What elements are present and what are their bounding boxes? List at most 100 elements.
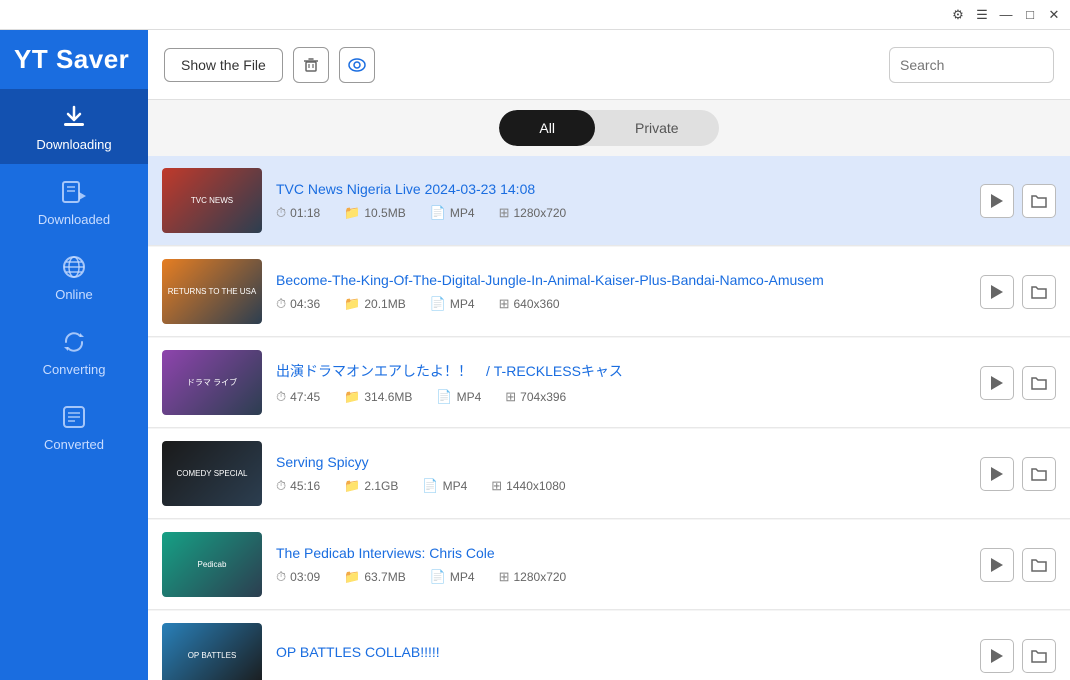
resolution-2: ⊞ 640x360 xyxy=(499,296,560,312)
sidebar-item-online[interactable]: Online xyxy=(0,239,148,314)
file-icon: 📁 xyxy=(344,569,360,585)
sidebar-item-converted[interactable]: Converted xyxy=(0,389,148,464)
play-button-5[interactable] xyxy=(980,548,1014,582)
sidebar: YT Saver Downloading Downloaded xyxy=(0,30,148,680)
converted-icon xyxy=(58,401,90,433)
eye-button[interactable] xyxy=(339,47,375,83)
file-thumb-3: ドラマ ライブ xyxy=(162,350,262,415)
thumb-label-4: COMEDY SPECIAL xyxy=(173,465,252,482)
file-info-2: Become-The-King-Of-The-Digital-Jungle-In… xyxy=(276,272,966,312)
file-info-5: The Pedicab Interviews: Chris Cole ⏱ 03:… xyxy=(276,545,966,585)
resolution-4: ⊞ 1440x1080 xyxy=(491,478,565,494)
size-5: 📁 63.7MB xyxy=(344,569,406,585)
downloaded-label: Downloaded xyxy=(38,212,110,227)
clock-icon: ⏱ xyxy=(276,478,286,494)
file-actions-4 xyxy=(980,457,1056,491)
file-info-1: TVC News Nigeria Live 2024-03-23 14:08 ⏱… xyxy=(276,181,966,221)
file-row-1[interactable]: TVC NEWS TVC News Nigeria Live 2024-03-2… xyxy=(148,156,1070,246)
gear-button[interactable]: ⚙ xyxy=(946,3,970,27)
file-thumb-4: COMEDY SPECIAL xyxy=(162,441,262,506)
thumb-label-2: RETURNS TO THE USA xyxy=(164,283,260,300)
clock-icon: ⏱ xyxy=(276,389,286,405)
converting-icon xyxy=(58,326,90,358)
res-icon: ⊞ xyxy=(499,205,510,221)
duration-1: ⏱ 01:18 xyxy=(276,205,320,221)
minimize-button[interactable]: — xyxy=(994,3,1018,27)
file-thumb-6: OP BATTLES xyxy=(162,623,262,680)
file-title-2: Become-The-King-Of-The-Digital-Jungle-In… xyxy=(276,272,876,288)
play-button-4[interactable] xyxy=(980,457,1014,491)
app-title: YT Saver xyxy=(0,30,148,89)
play-button-2[interactable] xyxy=(980,275,1014,309)
search-input[interactable] xyxy=(889,47,1054,83)
clock-icon: ⏱ xyxy=(276,296,286,312)
file-row-6[interactable]: OP BATTLES OP BATTLES COLLAB!!!!! xyxy=(148,611,1070,680)
sidebar-item-downloaded[interactable]: Downloaded xyxy=(0,164,148,239)
format-5: 📄 MP4 xyxy=(430,569,475,585)
size-2: 📁 20.1MB xyxy=(344,296,406,312)
file-row-2[interactable]: RETURNS TO THE USA Become-The-King-Of-Th… xyxy=(148,247,1070,337)
res-icon: ⊞ xyxy=(499,296,510,312)
file-row-4[interactable]: COMEDY SPECIAL Serving Spicyy ⏱ 45:16 📁 … xyxy=(148,429,1070,519)
thumb-label-5: Pedicab xyxy=(194,556,231,573)
file-thumb-1: TVC NEWS xyxy=(162,168,262,233)
file-title-5: The Pedicab Interviews: Chris Cole xyxy=(276,545,876,561)
file-row-5[interactable]: Pedicab The Pedicab Interviews: Chris Co… xyxy=(148,520,1070,610)
online-label: Online xyxy=(55,287,93,302)
folder-button-2[interactable] xyxy=(1022,275,1056,309)
sidebar-item-converting[interactable]: Converting xyxy=(0,314,148,389)
tab-all[interactable]: All xyxy=(499,110,595,146)
folder-button-4[interactable] xyxy=(1022,457,1056,491)
file-thumb-2: RETURNS TO THE USA xyxy=(162,259,262,324)
file-icon: 📁 xyxy=(344,205,360,221)
toolbar: Show the File xyxy=(148,30,1070,100)
show-file-button[interactable]: Show the File xyxy=(164,48,283,82)
downloading-label: Downloading xyxy=(36,137,111,152)
menu-button[interactable]: ☰ xyxy=(970,3,994,27)
folder-button-1[interactable] xyxy=(1022,184,1056,218)
thumb-label-6: OP BATTLES xyxy=(184,647,241,664)
delete-button[interactable] xyxy=(293,47,329,83)
converting-label: Converting xyxy=(43,362,106,377)
clock-icon: ⏱ xyxy=(276,569,286,585)
duration-5: ⏱ 03:09 xyxy=(276,569,320,585)
folder-button-6[interactable] xyxy=(1022,639,1056,673)
file-info-3: 出演ドラマオンエアしたよ！！ / T-RECKLESSキャス ⏱ 47:45 📁… xyxy=(276,361,966,405)
content-area: Show the File xyxy=(148,30,1070,680)
resolution-3: ⊞ 704x396 xyxy=(505,389,566,405)
format-4: 📄 MP4 xyxy=(422,478,467,494)
file-icon: 📁 xyxy=(344,296,360,312)
play-button-6[interactable] xyxy=(980,639,1014,673)
format-3: 📄 MP4 xyxy=(436,389,481,405)
file-row-3[interactable]: ドラマ ライブ 出演ドラマオンエアしたよ！！ / T-RECKLESSキャス ⏱… xyxy=(148,338,1070,428)
file-title-3: 出演ドラマオンエアしたよ！！ / T-RECKLESSキャス xyxy=(276,361,876,381)
folder-button-3[interactable] xyxy=(1022,366,1056,400)
duration-3: ⏱ 47:45 xyxy=(276,389,320,405)
play-button-3[interactable] xyxy=(980,366,1014,400)
folder-button-5[interactable] xyxy=(1022,548,1056,582)
file-icon: 📁 xyxy=(344,389,360,405)
format-1: 📄 MP4 xyxy=(430,205,475,221)
resolution-5: ⊞ 1280x720 xyxy=(499,569,567,585)
tab-private[interactable]: Private xyxy=(595,110,719,146)
file-meta-3: ⏱ 47:45 📁 314.6MB 📄 MP4 ⊞ 704x396 xyxy=(276,389,966,405)
file-actions-5 xyxy=(980,548,1056,582)
res-icon: ⊞ xyxy=(499,569,510,585)
format-icon: 📄 xyxy=(422,478,438,494)
downloaded-icon xyxy=(58,176,90,208)
size-1: 📁 10.5MB xyxy=(344,205,406,221)
file-actions-6 xyxy=(980,639,1056,673)
download-icon xyxy=(58,101,90,133)
play-button-1[interactable] xyxy=(980,184,1014,218)
maximize-button[interactable]: □ xyxy=(1018,3,1042,27)
online-icon xyxy=(58,251,90,283)
file-title-6: OP BATTLES COLLAB!!!!! xyxy=(276,644,876,660)
file-title-4: Serving Spicyy xyxy=(276,454,876,470)
thumb-label-3: ドラマ ライブ xyxy=(183,373,241,392)
file-meta-1: ⏱ 01:18 📁 10.5MB 📄 MP4 ⊞ 1280x720 xyxy=(276,205,966,221)
sidebar-item-downloading[interactable]: Downloading xyxy=(0,89,148,164)
thumb-label-1: TVC NEWS xyxy=(187,192,237,209)
format-2: 📄 MP4 xyxy=(430,296,475,312)
close-button[interactable]: ✕ xyxy=(1042,3,1066,27)
file-actions-2 xyxy=(980,275,1056,309)
